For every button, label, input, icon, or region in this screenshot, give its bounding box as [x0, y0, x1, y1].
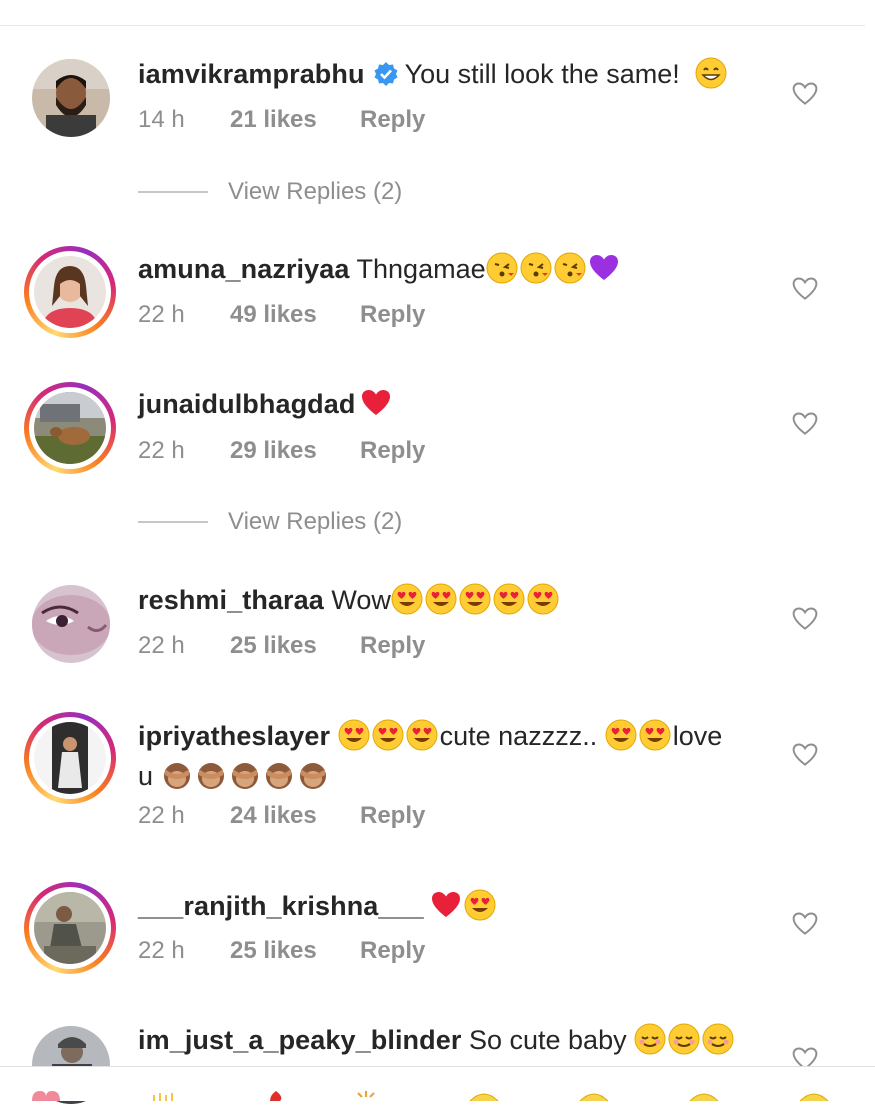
kiss-emoji-icon [486, 252, 518, 284]
laughing-face-emoji-icon[interactable] [796, 1087, 832, 1117]
see-no-evil-monkey-icon [265, 763, 292, 789]
heart-eyes-emoji-icon [527, 583, 559, 615]
view-replies-label: View Replies (2) [228, 178, 403, 205]
comment-time: 22 h [138, 301, 185, 328]
comment-likes[interactable]: 24 likes [230, 802, 360, 830]
heart-eyes-emoji-icon [391, 583, 423, 615]
heart-outline-icon[interactable] [791, 910, 819, 938]
comment-text: You still look the same! [404, 59, 680, 89]
comment-time: 22 h [138, 802, 185, 829]
relieved-emoji-icon [634, 1023, 666, 1055]
verified-badge-icon [374, 62, 398, 86]
relieved-emoji-icon [668, 1023, 700, 1055]
view-replies-label: View Replies (2) [228, 508, 403, 535]
heart-outline-icon[interactable] [791, 741, 819, 769]
heart-outline-icon[interactable] [791, 410, 819, 438]
comment-text: u [138, 761, 154, 791]
heart-outline-icon[interactable] [791, 275, 819, 303]
reply-button[interactable]: Reply [360, 632, 425, 660]
emoji-quick-bar [0, 1066, 875, 1102]
heart-eyes-emoji-icon [639, 719, 671, 751]
heart-outline-icon[interactable] [791, 80, 819, 108]
comment-time: 22 h [138, 437, 185, 464]
avatar[interactable] [24, 712, 116, 804]
reply-button[interactable]: Reply [360, 802, 425, 830]
divider [0, 25, 865, 26]
comment-time: 22 h [138, 632, 185, 659]
avatar[interactable] [32, 59, 110, 137]
heart-eyes-emoji-icon [372, 719, 404, 751]
comment-likes[interactable]: 25 likes [230, 937, 360, 965]
comment-username[interactable]: reshmi_tharaa [138, 585, 324, 615]
grin-emoji-icon [695, 57, 727, 89]
reply-button[interactable]: Reply [360, 106, 425, 134]
view-replies-button[interactable]: View Replies (2) [138, 508, 402, 536]
reply-button[interactable]: Reply [360, 301, 425, 329]
replies-line [138, 521, 208, 523]
comment-time: 22 h [138, 937, 185, 964]
avatar[interactable] [24, 882, 116, 974]
comment-text: cute nazzzz.. [439, 721, 598, 751]
heart-eyes-emoji-icon [464, 889, 496, 921]
heart-eyes-emoji-icon [406, 719, 438, 751]
relieved-emoji-icon [702, 1023, 734, 1055]
raised-hands-emoji-icon[interactable] [148, 1087, 184, 1117]
heart-eyes-emoji-icon [493, 583, 525, 615]
see-no-evil-monkey-icon [299, 763, 326, 789]
red-heart-emoji-icon [360, 387, 392, 419]
comment-username[interactable]: ___ranjith_krishna___ [138, 891, 424, 921]
comment-username[interactable]: amuna_nazriyaa [138, 254, 350, 284]
see-no-evil-monkey-icon [231, 763, 258, 789]
see-no-evil-monkey-icon [197, 763, 224, 789]
see-no-evil-monkey-icon [163, 763, 190, 789]
comment-text: So cute baby [468, 1025, 627, 1055]
comment-username[interactable]: junaidulbhagdad [138, 389, 356, 419]
replies-line [138, 191, 208, 193]
view-replies-button[interactable]: View Replies (2) [138, 178, 402, 206]
comment-likes[interactable]: 21 likes [230, 106, 360, 134]
comment-likes[interactable]: 25 likes [230, 632, 360, 660]
comment-username[interactable]: im_just_a_peaky_blinder [138, 1025, 461, 1055]
heart-outline-icon[interactable] [791, 605, 819, 633]
reply-button[interactable]: Reply [360, 937, 425, 965]
heart-eyes-emoji-icon [605, 719, 637, 751]
avatar[interactable] [24, 246, 116, 338]
comment-text: Thngamae [356, 254, 486, 284]
red-heart-emoji-icon[interactable] [28, 1087, 64, 1117]
kiss-emoji-icon [520, 252, 552, 284]
comment-time: 14 h [138, 106, 185, 133]
kiss-emoji-icon [554, 252, 586, 284]
clap-emoji-icon[interactable] [348, 1087, 384, 1117]
comment-text: love [672, 721, 723, 751]
comment-username[interactable]: ipriyatheslayer [138, 721, 330, 751]
heart-eyes-emoji-icon [459, 583, 491, 615]
comment-likes[interactable]: 29 likes [230, 437, 360, 465]
comment-likes[interactable]: 49 likes [230, 301, 360, 329]
avatar[interactable] [32, 585, 110, 663]
heart-eyes-emoji-icon [425, 583, 457, 615]
reply-button[interactable]: Reply [360, 437, 425, 465]
fire-emoji-icon[interactable] [258, 1087, 294, 1117]
red-heart-emoji-icon [430, 889, 462, 921]
crying-face-emoji-icon[interactable] [466, 1087, 502, 1117]
comment-text: Wow [331, 585, 391, 615]
avatar[interactable] [24, 382, 116, 474]
surprised-face-emoji-icon[interactable] [686, 1087, 722, 1117]
heart-eyes-emoji-icon [338, 719, 370, 751]
heart-eyes-emoji-icon[interactable] [576, 1087, 612, 1117]
comment-username[interactable]: iamvikramprabhu [138, 59, 365, 89]
purple-heart-emoji-icon [588, 252, 620, 284]
